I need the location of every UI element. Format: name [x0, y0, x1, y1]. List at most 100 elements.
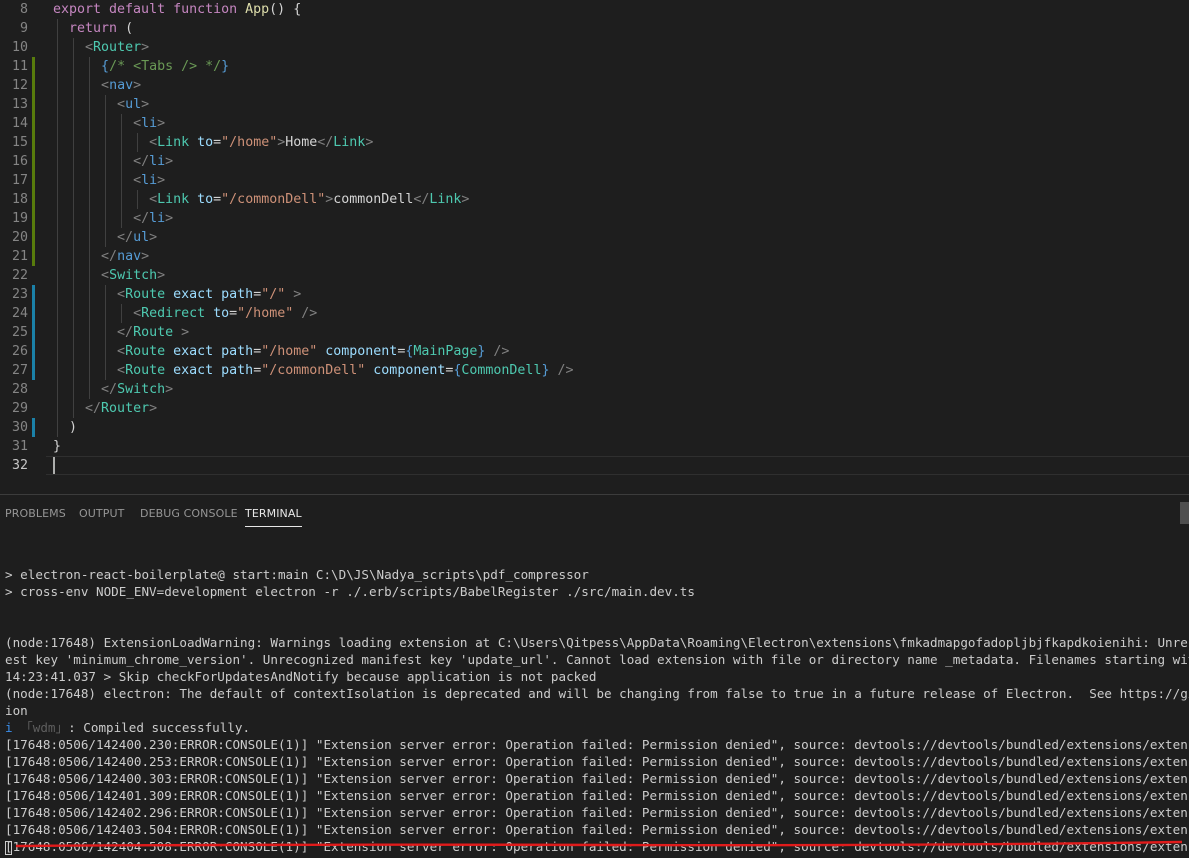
code-editor[interactable]: 8 export default function App() {9 return… [0, 0, 1189, 487]
code-token: < [117, 97, 126, 112]
code-line[interactable]: 26 <Route exact path="/home" component={… [0, 342, 1189, 361]
tab-terminal[interactable]: TERMINAL [245, 507, 302, 527]
code-token: Route [125, 344, 166, 359]
code-token: MainPage [413, 344, 478, 359]
line-number: 13 [11, 97, 28, 112]
code-token: "/home" [261, 344, 318, 359]
terminal-line: 14:23:41.037 > Skip checkForUpdatesAndNo… [5, 669, 597, 684]
line-number: 14 [11, 116, 28, 131]
line-number: 20 [11, 230, 28, 245]
code-token: Link [333, 135, 366, 150]
code-line[interactable]: 17 <li> [0, 171, 1189, 190]
terminal-line: ion [5, 703, 28, 718]
code-token: Router [93, 40, 142, 55]
code-token: < [117, 363, 126, 378]
code-token: "/commonDell" [221, 192, 326, 207]
code-line[interactable]: 9 return ( [0, 19, 1189, 38]
terminal-output[interactable]: > electron-react-boilerplate@ start:main… [5, 549, 1189, 858]
code-token: Route [125, 287, 166, 302]
code-token: > [165, 382, 174, 397]
code-line[interactable]: 8 export default function App() { [0, 0, 1189, 19]
code-line[interactable]: 25 </Route > [0, 323, 1189, 342]
code-token: to [197, 192, 214, 207]
code-text: </ul> [53, 228, 157, 247]
code-token: export default function [53, 2, 246, 17]
terminal-line: i 「wdm」: Compiled successfully. [5, 719, 250, 736]
code-line[interactable]: 23 <Route exact path="/" > [0, 285, 1189, 304]
code-token: nav [117, 249, 142, 264]
line-number: 27 [11, 363, 28, 378]
code-line[interactable]: 28 </Switch> [0, 380, 1189, 399]
code-line[interactable]: 14 <li> [0, 114, 1189, 133]
code-token: > [133, 78, 142, 93]
code-token: Link [157, 192, 190, 207]
code-token: path [221, 363, 254, 378]
code-token: App [245, 2, 270, 17]
code-token: } [221, 59, 230, 74]
code-line[interactable]: 20 </ul> [0, 228, 1189, 247]
line-number: 9 [19, 21, 28, 36]
line-number: 12 [11, 78, 28, 93]
code-line[interactable]: 29 </Router> [0, 399, 1189, 418]
code-line[interactable]: 11 {/* <Tabs /> */} [0, 57, 1189, 76]
code-token: < [85, 40, 94, 55]
code-line[interactable]: 15 <Link to="/home">Home</Link> [0, 133, 1189, 152]
code-line[interactable]: 16 </li> [0, 152, 1189, 171]
code-token: < [133, 116, 142, 131]
code-line[interactable]: 24 <Redirect to="/home" /> [0, 304, 1189, 323]
code-token: < [101, 78, 110, 93]
line-number: 11 [11, 59, 28, 74]
code-token: > [141, 97, 150, 112]
code-token: </ [117, 230, 134, 245]
code-token: li [141, 173, 158, 188]
code-line[interactable]: 19 </li> [0, 209, 1189, 228]
terminal-line: > cross-env NODE_ENV=development electro… [5, 584, 695, 599]
code-token: = [229, 306, 238, 321]
code-token: nav [109, 78, 134, 93]
tab-output[interactable]: OUTPUT [79, 507, 124, 520]
code-token: Redirect [141, 306, 206, 321]
code-line[interactable]: 18 <Link to="/commonDell">commonDell</Li… [0, 190, 1189, 209]
code-line[interactable]: 21 </nav> [0, 247, 1189, 266]
tab-problems[interactable]: PROBLEMS [5, 507, 66, 520]
panel-scrollbar[interactable] [1180, 502, 1189, 524]
code-token: Link [429, 192, 462, 207]
code-line[interactable]: 31} [0, 437, 1189, 456]
line-number: 21 [11, 249, 28, 264]
code-line[interactable]: 13 <ul> [0, 95, 1189, 114]
code-token: { [101, 59, 110, 74]
code-token: > [365, 135, 374, 150]
code-line[interactable]: 22 <Switch> [0, 266, 1189, 285]
code-token: = [253, 287, 262, 302]
code-line[interactable]: 10 <Router> [0, 38, 1189, 57]
code-token: Route [133, 325, 174, 340]
code-text: export default function App() { [53, 0, 301, 19]
code-token: component [373, 363, 446, 378]
tab-debug-console[interactable]: DEBUG CONSOLE [140, 507, 238, 520]
code-token: </ [101, 249, 118, 264]
code-text: </li> [53, 209, 173, 228]
code-line[interactable]: 32 [0, 456, 1189, 475]
terminal-line: (node:17648) electron: The default of co… [5, 686, 1189, 701]
code-token: li [149, 154, 166, 169]
code-line[interactable]: 27 <Route exact path="/commonDell" compo… [0, 361, 1189, 380]
code-token: < [149, 135, 158, 150]
code-text: <li> [53, 114, 165, 133]
code-token: } [53, 439, 62, 454]
code-line[interactable]: 12 <nav> [0, 76, 1189, 95]
line-number: 22 [11, 268, 28, 283]
line-number: 24 [11, 306, 28, 321]
code-line[interactable]: 30 ) [0, 418, 1189, 437]
